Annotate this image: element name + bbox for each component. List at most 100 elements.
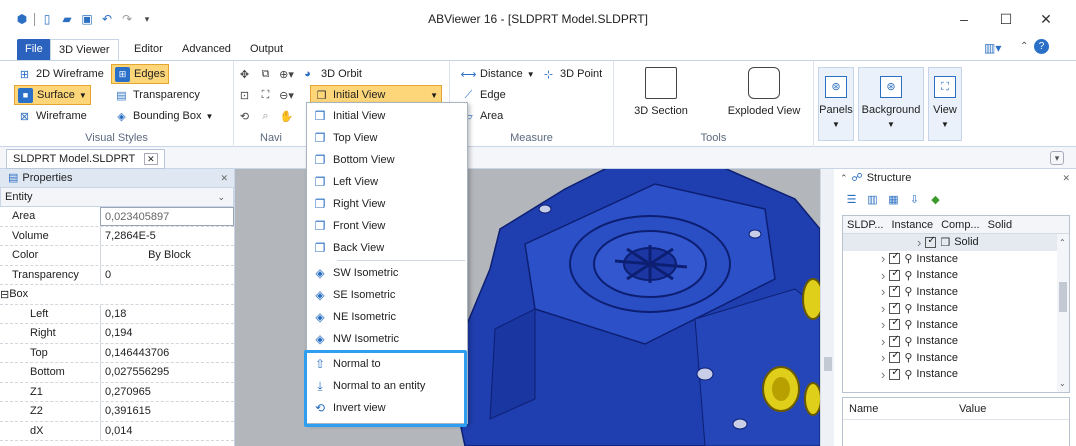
visibility-checkbox[interactable] — [889, 301, 901, 314]
tree-row-instance[interactable]: › ⚲Instance — [881, 333, 1069, 350]
visibility-checkbox[interactable] — [889, 268, 901, 281]
collapse-ribbon-icon[interactable]: ⌃ — [1020, 41, 1028, 52]
property-row[interactable]: Volume 7,2864E-5 — [0, 226, 234, 246]
menu-item-front-view[interactable]: ❐ Front View — [307, 215, 467, 237]
property-row[interactable]: Left 0,18 — [0, 304, 234, 324]
visibility-checkbox[interactable] — [925, 235, 937, 248]
3d-point-button[interactable]: ⊹ 3D Point — [538, 64, 605, 84]
rotate-icon[interactable]: ⟲ — [237, 109, 252, 124]
menu-item-left-view[interactable]: ❐ Left View — [307, 171, 467, 193]
tree-row-instance[interactable]: › ⚲Instance — [881, 300, 1069, 317]
3d-section-button[interactable]: 3D Section — [626, 67, 696, 117]
visibility-checkbox[interactable] — [889, 317, 901, 331]
tree-scroll-thumb[interactable] — [1059, 282, 1067, 312]
tab-output[interactable]: Output — [242, 39, 291, 60]
property-row[interactable]: Transparency 0 — [0, 265, 234, 285]
zoom-out-icon[interactable]: ⊖▾ — [279, 88, 294, 103]
expand-chevron-icon[interactable]: › — [881, 284, 885, 299]
expand-chevron-icon[interactable]: › — [917, 235, 921, 250]
property-row[interactable]: Z2 0,391615 — [0, 402, 234, 422]
menu-item-ne-isometric[interactable]: ◈ NE Isometric — [307, 306, 467, 328]
tab-advanced[interactable]: Advanced — [174, 39, 239, 60]
close-button[interactable]: ✕ — [1026, 8, 1066, 30]
property-row[interactable]: Top 0,146443706 — [0, 343, 234, 363]
column-solid[interactable]: Solid — [984, 216, 1016, 233]
structure-collapse-icon[interactable]: ⌃ — [840, 173, 848, 183]
column-instance[interactable]: Instance — [888, 216, 938, 233]
menu-item-back-view[interactable]: ❐ Back View — [307, 237, 467, 259]
property-row[interactable]: dX 0,014 — [0, 421, 234, 441]
surface-button[interactable]: ■ Surface ▼ — [14, 85, 91, 105]
zoom-in-icon[interactable]: ⊕▾ — [279, 67, 294, 82]
menu-item-right-view[interactable]: ❐ Right View — [307, 193, 467, 215]
structure-close-icon[interactable]: ✕ — [1062, 169, 1070, 187]
properties-view-icon[interactable]: ▦ — [886, 192, 901, 207]
wireframe-button[interactable]: ⊠ Wireframe — [14, 106, 90, 126]
pan-icon[interactable]: ✥ — [237, 67, 252, 82]
menu-item-initial-view[interactable]: ❒ Initial View — [307, 105, 467, 127]
tab-file[interactable]: File — [17, 39, 51, 60]
property-row[interactable]: Area 0,023405897 — [0, 207, 234, 227]
property-row[interactable]: Color By Block — [0, 246, 234, 266]
column-component[interactable]: Comp... — [937, 216, 984, 233]
document-tab[interactable]: SLDPRT Model.SLDPRT ✕ — [6, 149, 165, 169]
hand-icon[interactable]: ✋ — [279, 109, 294, 124]
entity-select[interactable]: Entity ⌄ — [0, 187, 234, 207]
property-row[interactable]: Bottom 0,027556295 — [0, 363, 234, 383]
tree-row-instance[interactable]: › ⚲Instance — [881, 251, 1069, 268]
style-icon[interactable]: ▥▾ — [984, 41, 1001, 55]
bounding-box-button[interactable]: ◈ Bounding Box ▼ — [111, 106, 216, 126]
collapse-box-icon[interactable]: ⊟ — [0, 288, 9, 301]
panels-button[interactable]: ⊛ Panels ▼ — [818, 67, 854, 141]
exploded-view-button[interactable]: Exploded View — [722, 67, 806, 117]
transparency-button[interactable]: ▤ Transparency — [111, 85, 203, 105]
orbit-label[interactable]: 3D Orbit — [321, 68, 362, 80]
close-tab-icon[interactable]: ✕ — [144, 153, 158, 165]
tab-list-icon[interactable]: ▾ — [1050, 151, 1064, 165]
edges-button[interactable]: ⊞ Edges — [111, 64, 170, 84]
tree-row-solid[interactable]: › ❒Solid — [843, 234, 1069, 251]
tree-row-instance[interactable]: › ⚲Instance — [881, 366, 1069, 383]
tab-3d-viewer[interactable]: 3D Viewer — [50, 39, 119, 60]
wireframe2d-button[interactable]: ⊞ 2D Wireframe — [14, 64, 107, 84]
property-row[interactable]: Right 0,194 — [0, 324, 234, 344]
layers-icon[interactable]: ◆ — [928, 192, 943, 207]
distance-button[interactable]: ⟷ Distance ▼ — [458, 64, 538, 84]
menu-item-sw-isometric[interactable]: ◈ SW Isometric — [307, 262, 467, 284]
expand-chevron-icon[interactable]: › — [881, 367, 885, 382]
visibility-checkbox[interactable] — [889, 350, 901, 364]
viewport-scrollbar[interactable] — [820, 169, 834, 446]
menu-item-bottom-view[interactable]: ❐ Bottom View — [307, 149, 467, 171]
fit-icon[interactable]: ⊡ — [237, 88, 252, 103]
menu-item-nw-isometric[interactable]: ◈ NW Isometric — [307, 328, 467, 350]
export-icon[interactable]: ⇩ — [907, 192, 922, 207]
menu-item-se-isometric[interactable]: ◈ SE Isometric — [307, 284, 467, 306]
properties-close-icon[interactable]: ✕ — [220, 169, 228, 187]
property-row[interactable]: ⊟ Box — [0, 285, 234, 305]
property-row[interactable]: Z1 0,270965 — [0, 382, 234, 402]
visibility-checkbox[interactable] — [889, 251, 901, 265]
menu-item-top-view[interactable]: ❐ Top View — [307, 127, 467, 149]
zoom-window-icon[interactable]: ⧉ — [258, 67, 273, 82]
expand-chevron-icon[interactable]: › — [881, 350, 885, 365]
expand-chevron-icon[interactable]: › — [881, 334, 885, 349]
help-icon[interactable]: ? — [1034, 39, 1049, 54]
expand-chevron-icon[interactable]: › — [881, 251, 885, 266]
tab-editor[interactable]: Editor — [126, 39, 171, 60]
tree-row-instance[interactable]: › ⚲Instance — [881, 267, 1069, 284]
maximize-button[interactable]: ☐ — [986, 8, 1026, 30]
visibility-checkbox[interactable] — [889, 334, 901, 347]
background-button[interactable]: ⊛ Background ▼ — [858, 67, 924, 141]
visibility-checkbox[interactable] — [889, 284, 901, 298]
tree-row-instance[interactable]: › ⚲Instance — [881, 317, 1069, 334]
visibility-checkbox[interactable] — [889, 367, 901, 380]
tree-scroll-down-icon[interactable]: ⌄ — [1059, 379, 1066, 388]
expand-chevron-icon[interactable]: › — [881, 301, 885, 316]
viewport-scroll-thumb[interactable] — [824, 357, 832, 371]
zoom-extents-icon[interactable]: ⛶ — [258, 88, 273, 103]
expand-chevron-icon[interactable]: › — [881, 268, 885, 283]
tree-row-instance[interactable]: › ⚲Instance — [881, 284, 1069, 301]
expand-chevron-icon[interactable]: › — [881, 317, 885, 332]
column-sldp[interactable]: SLDP... — [843, 216, 888, 233]
list-view-icon[interactable]: ☰ — [844, 192, 859, 207]
